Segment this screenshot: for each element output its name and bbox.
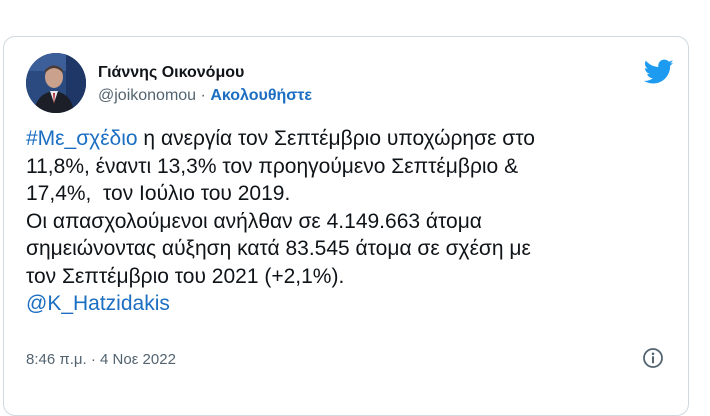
hashtag-link[interactable]: #Με_σχέδιο — [26, 127, 138, 150]
author-handle[interactable]: @joikonomou — [98, 87, 196, 104]
tweet-line-7: @K_Hatzidakis — [26, 290, 676, 318]
tweet-line-4: Οι απασχολούμενοι ανήλθαν σε 4.149.663 ά… — [26, 209, 482, 233]
avatar[interactable] — [26, 53, 86, 113]
mention-link[interactable]: @K_Hatzidakis — [26, 292, 170, 315]
separator-dot: · — [200, 87, 206, 104]
tweet-text: #Με_σχέδιο η ανεργία τον Σεπτέμβριο υποχ… — [26, 125, 676, 318]
avatar-photo — [26, 53, 86, 113]
follow-link[interactable]: Ακολουθήστε — [210, 87, 312, 104]
tweet-line-1-text: η ανεργία τον Σεπτέμβριο υποχώρησε στο — [137, 127, 535, 150]
tweet-line-5: σημειώνοντας αύξηση κατά 83.545 άτομα σε… — [26, 237, 531, 260]
author-display-name[interactable]: Γιάννης Οικονόμου — [98, 63, 312, 83]
tweet-line-1: #Με_σχέδιο η ανεργία τον Σεπτέμβριο υποχ… — [26, 125, 676, 153]
author-block: Γιάννης Οικονόμου @joikonomou · Ακολουθή… — [98, 63, 312, 107]
tweet-timestamp[interactable]: 8:46 π.μ. · 4 Νοε 2022 — [26, 351, 176, 368]
tweet-line-3: 17,4%, τον Ιούλιο του 2019. — [26, 182, 291, 205]
twitter-bird-icon[interactable] — [644, 59, 674, 85]
tweet-header: Γιάννης Οικονόμου @joikonomou · Ακολουθή… — [26, 53, 676, 113]
tweet-line-2: 11,8%, έναντι 13,3% τον προηγούμενο Σεπτ… — [26, 154, 519, 178]
tweet-line-6: τον Σεπτέμβριο του 2021 (+2,1%). — [26, 264, 345, 288]
author-subline: @joikonomou · Ακολουθήστε — [98, 85, 312, 107]
tweet-card: Γιάννης Οικονόμου @joikonomou · Ακολουθή… — [3, 36, 689, 416]
info-icon[interactable] — [642, 347, 664, 369]
